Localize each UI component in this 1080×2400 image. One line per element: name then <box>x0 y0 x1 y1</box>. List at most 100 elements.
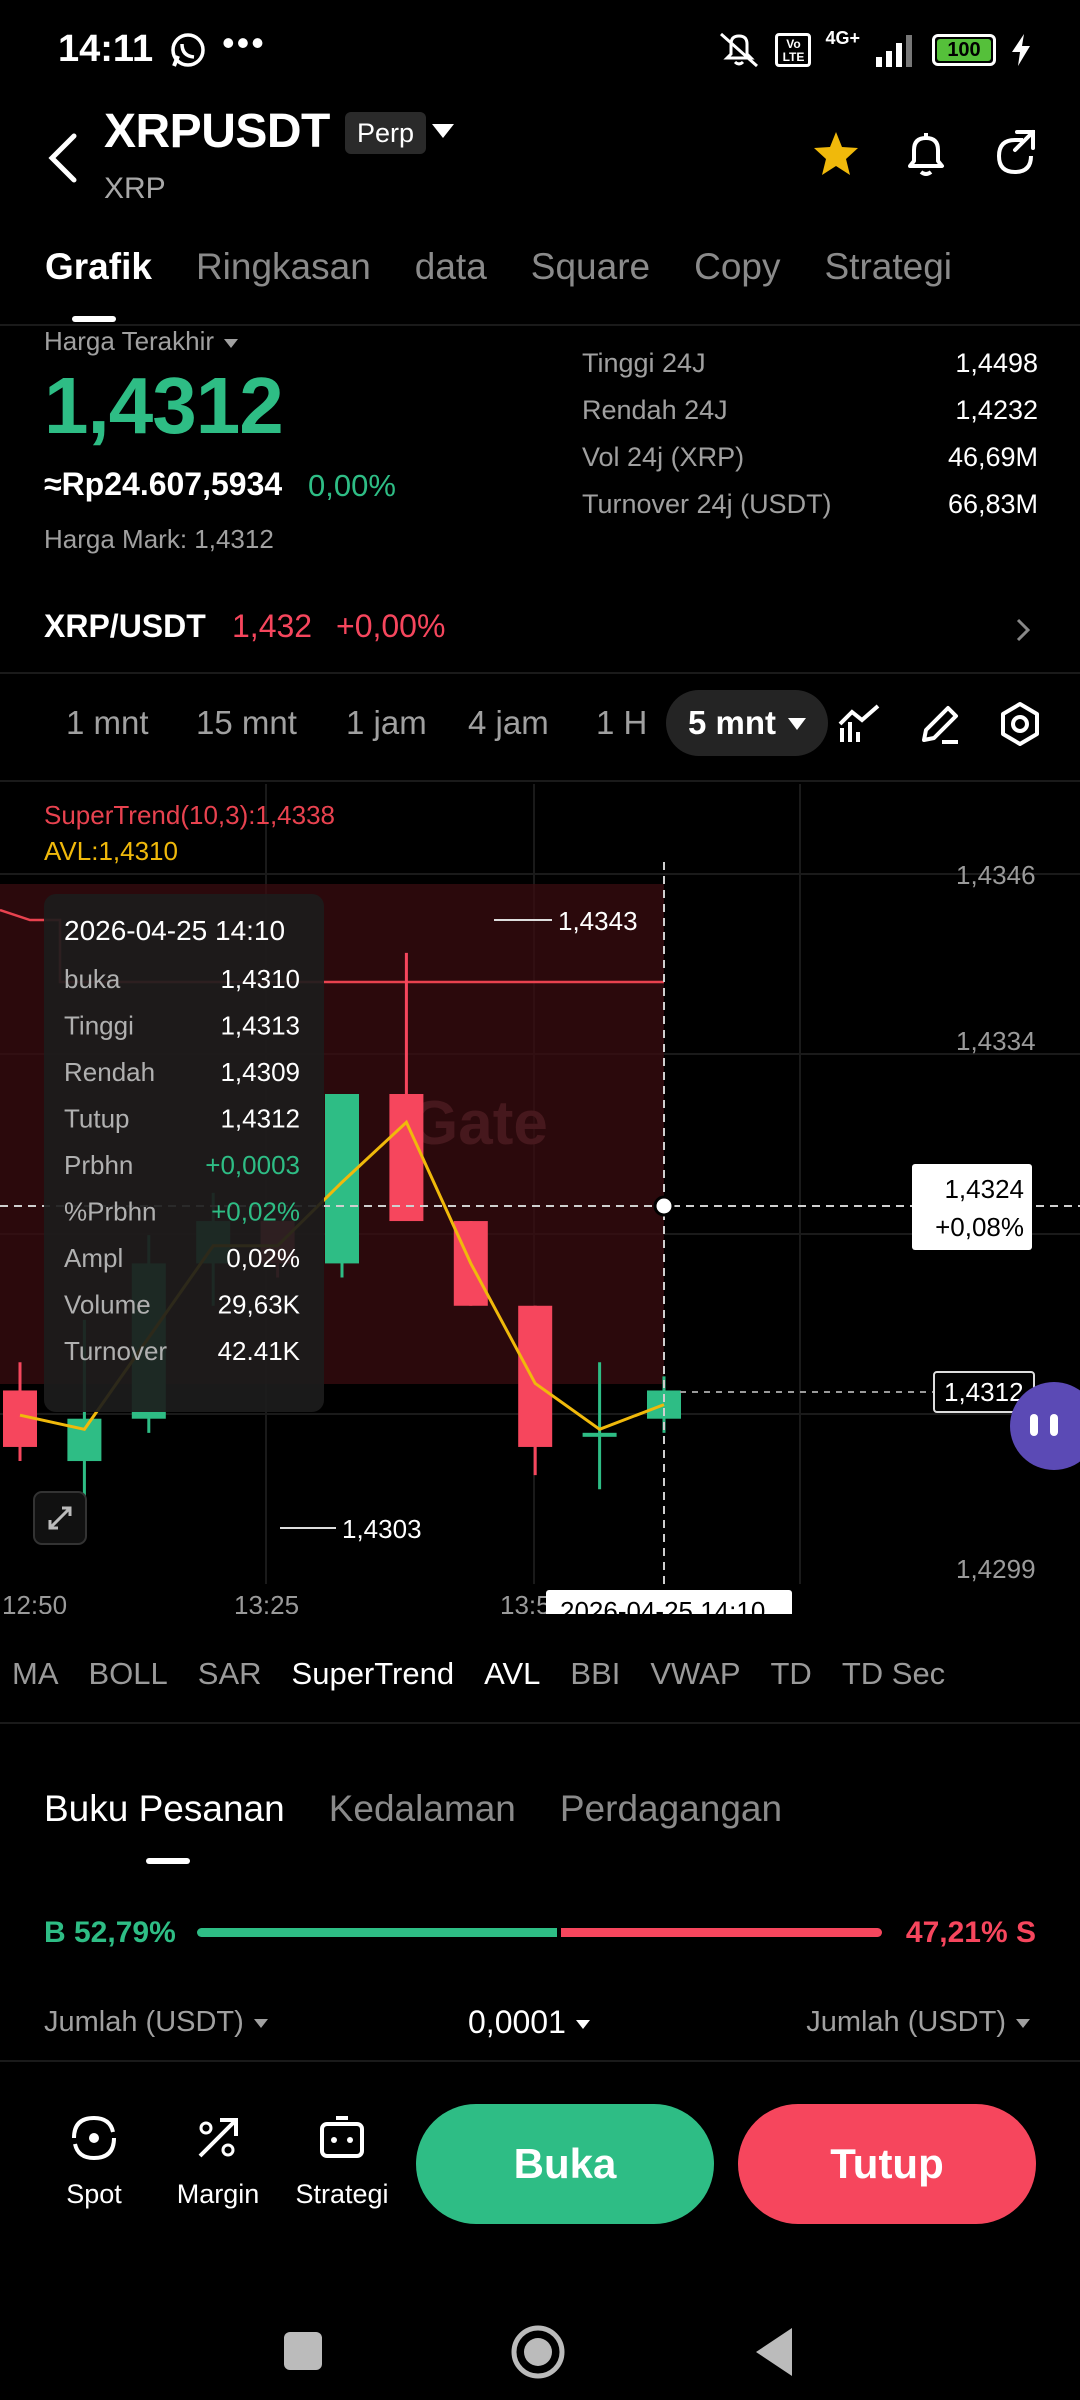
avl-label: AVL:1,4310 <box>44 836 178 866</box>
indicator-boll[interactable]: BOLL <box>89 1656 168 1692</box>
tab-ringkasan[interactable]: Ringkasan <box>196 246 371 288</box>
home-icon[interactable] <box>510 2324 566 2380</box>
timeframe-15m[interactable]: 15 mnt <box>196 704 297 742</box>
chevron-right-icon[interactable] <box>1014 616 1032 644</box>
tooltip-key: buka <box>64 964 121 994</box>
back-nav-icon[interactable] <box>752 2326 796 2378</box>
stat-label: Rendah 24J <box>582 395 728 425</box>
stat-label: Vol 24j (XRP) <box>582 442 745 472</box>
low-label: 1,4303 <box>342 1514 422 1544</box>
tab-square[interactable]: Square <box>531 246 650 288</box>
mark-price: Harga Mark: 1,4312 <box>44 524 274 554</box>
battery-icon: 100 <box>932 34 996 66</box>
symbol-dropdown-icon[interactable] <box>432 124 454 138</box>
spot-icon <box>72 2115 116 2161</box>
nav-spot[interactable]: Spot <box>44 2110 144 2210</box>
indicator-supertrend[interactable]: SuperTrend <box>292 1656 455 1692</box>
tab-copy[interactable]: Copy <box>694 246 780 288</box>
symbol-title[interactable]: XRPUSDT <box>104 104 330 159</box>
price-precision-dropdown[interactable]: 0,0001 <box>468 2004 590 2041</box>
tab-order-book[interactable]: Buku Pesanan <box>44 1788 285 1830</box>
buy-ratio-bar <box>197 1928 557 1937</box>
active-tab-indicator <box>72 316 116 322</box>
bell-icon[interactable] <box>898 126 954 182</box>
tooltip-key: Ampl <box>64 1243 123 1273</box>
candle-body <box>518 1305 553 1447</box>
candlestick-chart[interactable]: Gate 1,4343 1,4303 1,4346 1,4334 1,4299 … <box>0 784 1080 1630</box>
idr-price: ≈Rp24.607,5934 <box>44 466 283 502</box>
indicator-ma[interactable]: MA <box>12 1656 59 1692</box>
nav-strategy[interactable]: Strategi <box>292 2110 392 2210</box>
indicator-avl[interactable]: AVL <box>484 1656 540 1692</box>
whatsapp-icon <box>171 33 205 67</box>
indicator-td-seq[interactable]: TD Sec <box>842 1656 945 1692</box>
y-tick: 1,4334 <box>956 1026 1036 1056</box>
timeframe-1m[interactable]: 1 mnt <box>66 704 149 742</box>
tooltip-key: Prbhn <box>64 1150 133 1180</box>
x-tick: 12:50 <box>2 1590 67 1614</box>
favorite-star-icon[interactable] <box>808 126 864 182</box>
nav-margin[interactable]: Margin <box>168 2110 268 2210</box>
nav-margin-label: Margin <box>176 2179 260 2209</box>
volte-icon: Vo LTE <box>775 33 812 67</box>
indicator-vwap[interactable]: VWAP <box>650 1656 740 1692</box>
tab-data[interactable]: data <box>415 246 487 288</box>
main-tabs: Grafik Ringkasan data Square Copy Strate… <box>45 246 996 288</box>
qty-left-dropdown[interactable]: Jumlah (USDT) <box>44 2006 268 2039</box>
tooltip-value: 1,4310 <box>220 964 300 994</box>
tooltip-key: Volume <box>64 1290 151 1320</box>
orderbook-tabs: Buku Pesanan Kedalaman Perdagangan <box>44 1788 826 1830</box>
crosshair-price: 1,4324 <box>944 1174 1024 1204</box>
draw-pencil-icon[interactable] <box>916 700 964 748</box>
chart-settings-icon[interactable] <box>996 700 1044 748</box>
symbol-subtitle: XRP <box>104 172 166 205</box>
last-price-label[interactable]: Harga Terakhir <box>44 326 239 357</box>
tab-trades[interactable]: Perdagangan <box>560 1788 782 1830</box>
tab-strategi[interactable]: Strategi <box>825 246 953 288</box>
timeframe-1d[interactable]: 1 H <box>596 704 647 742</box>
nav-spot-label: Spot <box>66 2179 122 2209</box>
stat-value: 1,4232 <box>955 395 1038 425</box>
timeframe-active-dropdown[interactable]: 5 mnt <box>666 690 828 756</box>
timeframe-1h[interactable]: 1 jam <box>346 704 427 742</box>
stat-value: 66,83M <box>947 489 1038 519</box>
signal-icon <box>876 35 912 67</box>
sell-ratio-bar <box>560 1928 882 1937</box>
tab-depth[interactable]: Kedalaman <box>329 1788 516 1830</box>
crosshair-pct: +0,08% <box>935 1212 1024 1242</box>
crosshair-time: 2026-04-25 14:10 <box>560 1596 765 1614</box>
qty-left-label: Jumlah (USDT) <box>44 2006 244 2038</box>
spot-pair-change: +0,00% <box>336 608 446 644</box>
buy-ratio-label: B 52,79% <box>44 1916 176 1949</box>
share-icon[interactable] <box>987 126 1043 182</box>
24h-stats: Tinggi 24J 1,4498 Rendah 24J 1,4232 Vol 24… <box>582 348 1038 536</box>
stat-row: Tinggi 24J 1,4498 <box>582 348 1038 395</box>
qty-right-label: Jumlah (USDT) <box>806 2006 1006 2038</box>
candle-body <box>389 1094 424 1222</box>
indicator-sar[interactable]: SAR <box>198 1656 262 1692</box>
last-price: 1,4312 <box>44 361 284 450</box>
status-time: 14:11 <box>58 28 154 70</box>
qty-right-dropdown[interactable]: Jumlah (USDT) <box>806 2006 1030 2039</box>
close-position-button[interactable]: Tutup <box>738 2104 1036 2224</box>
timeframe-4h[interactable]: 4 jam <box>468 704 549 742</box>
stat-value: 46,69M <box>947 442 1038 472</box>
open-position-button[interactable]: Buka <box>416 2104 714 2224</box>
tooltip-value: 1,4313 <box>220 1011 300 1041</box>
tooltip-key: Tutup <box>64 1104 130 1134</box>
candle-body <box>67 1418 102 1462</box>
high-label: 1,4343 <box>558 906 638 936</box>
price-chart[interactable]: Gate 1,4343 1,4303 1,4346 1,4334 1,4299 … <box>0 784 1080 1630</box>
indicator-bbi[interactable]: BBI <box>570 1656 620 1692</box>
tab-grafik[interactable]: Grafik <box>45 246 152 288</box>
spot-pair-name[interactable]: XRP/USDT <box>44 608 206 645</box>
tooltip-key: %Prbhn <box>64 1197 157 1227</box>
stat-value: 1,4498 <box>955 348 1038 378</box>
indicator-td[interactable]: TD <box>771 1656 812 1692</box>
last-price-tag: 1,4312 <box>944 1377 1024 1407</box>
perp-badge[interactable]: Perp <box>345 112 427 154</box>
stat-label: Turnover 24j (USDT) <box>582 489 832 519</box>
recents-icon[interactable] <box>282 2330 324 2372</box>
back-icon[interactable] <box>44 128 84 188</box>
indicator-icon[interactable] <box>836 700 884 748</box>
